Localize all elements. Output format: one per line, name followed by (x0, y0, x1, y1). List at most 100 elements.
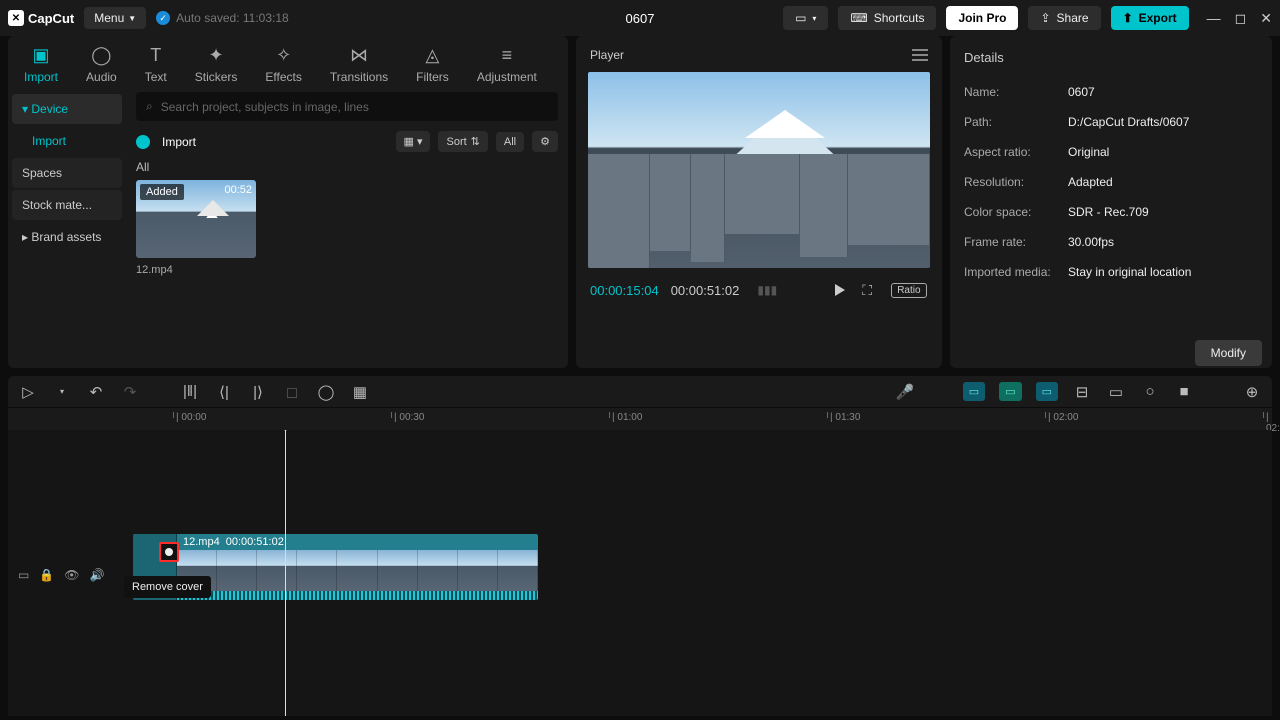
clip-waveform (177, 591, 538, 600)
menu-button[interactable]: Menu ▼ (84, 7, 146, 29)
menu-label: Menu (94, 11, 124, 25)
tab-effects[interactable]: ✧Effects (265, 44, 301, 84)
timeline-tracks[interactable]: ▭ 🔒 👁 🔊 12.mp4 00:00:51:02 Remove cover (8, 430, 1272, 716)
import-heading: Import (162, 135, 196, 149)
tab-import[interactable]: ▣Import (24, 44, 58, 84)
align-icon[interactable]: ⊟ (1072, 382, 1092, 402)
pointer-tool[interactable]: ▷ (18, 382, 38, 402)
duration-badge: 00:52 (224, 184, 252, 196)
player-viewport[interactable] (588, 72, 930, 268)
join-pro-button[interactable]: Join Pro (946, 6, 1018, 30)
sort-button[interactable]: Sort ⇅ (438, 131, 487, 152)
trim-right-tool[interactable]: |⟩ (248, 382, 268, 402)
export-button[interactable]: ⬆Export (1111, 6, 1189, 30)
logo-icon: ✕ (8, 10, 24, 26)
detail-value: D:/CapCut Drafts/0607 (1068, 115, 1189, 129)
minimize-button[interactable]: — (1207, 10, 1221, 27)
tab-label: Text (145, 70, 167, 84)
sidebar-label: Brand assets (31, 230, 101, 244)
search-input[interactable]: ⌕ Search project, subjects in image, lin… (136, 92, 558, 121)
zoom-fit-icon[interactable]: ⊕ (1242, 382, 1262, 402)
play-button[interactable] (835, 284, 845, 296)
ruler-mark: | 00:00 (176, 412, 206, 423)
fullscreen-icon[interactable]: ⤢ (941, 282, 942, 298)
timeline-ruler[interactable]: | 00:00| 00:30| 01:00| 01:30| 02:00| 02:… (8, 408, 1272, 430)
marker-tool[interactable]: ◯ (316, 382, 336, 402)
tab-filters[interactable]: ◬Filters (416, 44, 449, 84)
mic-icon[interactable]: 🎤 (895, 382, 915, 402)
toggle-a[interactable]: ○ (1140, 382, 1160, 402)
tab-label: Audio (86, 70, 117, 84)
compare-icon[interactable]: ▮▮▮ (757, 283, 777, 297)
detail-row: Resolution:Adapted (964, 167, 1258, 197)
sidebar-stock[interactable]: Stock mate... (12, 190, 122, 220)
playhead[interactable] (285, 430, 286, 716)
app-name: CapCut (28, 11, 74, 26)
autosave-status: ✓ Auto saved: 11:03:18 (156, 11, 289, 25)
layout-button[interactable]: ▭▾ (783, 6, 828, 30)
eye-icon[interactable]: 👁 (64, 568, 79, 582)
titlebar: ✕ CapCut Menu ▼ ✓ Auto saved: 11:03:18 0… (0, 0, 1280, 36)
share-label: Share (1057, 11, 1089, 25)
detail-key: Aspect ratio: (964, 145, 1068, 159)
filter-button[interactable]: ⚙ (532, 131, 558, 152)
tab-stickers[interactable]: ✦Stickers (195, 44, 238, 84)
tab-transitions[interactable]: ⋈Transitions (330, 44, 388, 84)
split-tool[interactable]: |‖| (180, 382, 200, 402)
magnet-auto[interactable]: ▭ (999, 382, 1021, 401)
sidebar-label: Device (31, 102, 68, 116)
speaker-icon[interactable]: 🔊 (90, 568, 105, 582)
ratio-button[interactable]: Ratio (891, 283, 926, 298)
clip-duration: 00:00:51:02 (226, 536, 284, 548)
chevron-down-icon: ▼ (128, 14, 136, 23)
freeze-tool[interactable]: ▦ (350, 382, 370, 402)
all-label: All (136, 160, 558, 174)
detail-row: Path:D:/CapCut Drafts/0607 (964, 107, 1258, 137)
redo-button[interactable]: ↷ (120, 382, 140, 402)
added-badge: Added (140, 184, 184, 200)
trim-left-tool[interactable]: ⟨| (214, 382, 234, 402)
remove-cover-button[interactable] (159, 542, 179, 562)
sidebar-device[interactable]: ▾ Device (12, 94, 122, 124)
sidebar-import[interactable]: Import (12, 126, 122, 156)
ruler-mark: | 00:30 (394, 412, 424, 423)
cover-track-icon[interactable]: ▭ (18, 568, 29, 582)
thumb-filename: 12.mp4 (136, 264, 256, 276)
media-sidebar: ▾ Device Import Spaces Stock mate... ▸ B… (8, 86, 126, 368)
view-grid-button[interactable]: ▦ ▾ (396, 131, 431, 152)
lock-icon[interactable]: 🔒 (39, 568, 54, 582)
toggle-b[interactable]: ■ (1174, 382, 1194, 402)
text-icon: T (145, 44, 167, 66)
tab-text[interactable]: T Text (145, 44, 167, 84)
adjustment-icon: ≡ (496, 44, 518, 66)
clip-name: 12.mp4 (183, 536, 220, 548)
modify-button[interactable]: Modify (1195, 340, 1262, 366)
maximize-button[interactable]: ◻ (1235, 10, 1247, 27)
media-thumb[interactable]: Added 00:52 12.mp4 (136, 180, 256, 276)
sidebar-brand[interactable]: ▸ Brand assets (12, 222, 122, 252)
sidebar-spaces[interactable]: Spaces (12, 158, 122, 188)
player-menu-icon[interactable] (912, 49, 928, 61)
check-icon: ✓ (156, 11, 170, 25)
autosave-label: Auto saved: 11:03:18 (176, 11, 289, 25)
pointer-dropdown[interactable]: ▾ (52, 382, 72, 402)
shortcuts-button[interactable]: ⌨Shortcuts (838, 6, 936, 30)
detail-row: Frame rate:30.00fps (964, 227, 1258, 257)
details-title: Details (950, 36, 1272, 71)
close-button[interactable]: ✕ (1260, 10, 1272, 27)
magnet-link[interactable]: ▭ (1036, 382, 1058, 401)
preview-icon[interactable]: ▭ (1106, 382, 1126, 402)
crop-tool[interactable]: ◻ (282, 382, 302, 402)
magnet-main[interactable]: ▭ (963, 382, 985, 401)
tab-audio[interactable]: ◯Audio (86, 44, 117, 84)
detail-value: Original (1068, 145, 1109, 159)
detail-value: 30.00fps (1068, 235, 1114, 249)
tab-label: Import (24, 70, 58, 84)
scale-icon[interactable]: ⛶ (857, 282, 877, 298)
share-button[interactable]: ⇪Share (1028, 6, 1100, 30)
detail-key: Resolution: (964, 175, 1068, 189)
filter-all-button[interactable]: All (496, 132, 524, 152)
tab-adjustment[interactable]: ≡Adjustment (477, 44, 537, 84)
detail-row: Color space:SDR - Rec.709 (964, 197, 1258, 227)
undo-button[interactable]: ↶ (86, 382, 106, 402)
